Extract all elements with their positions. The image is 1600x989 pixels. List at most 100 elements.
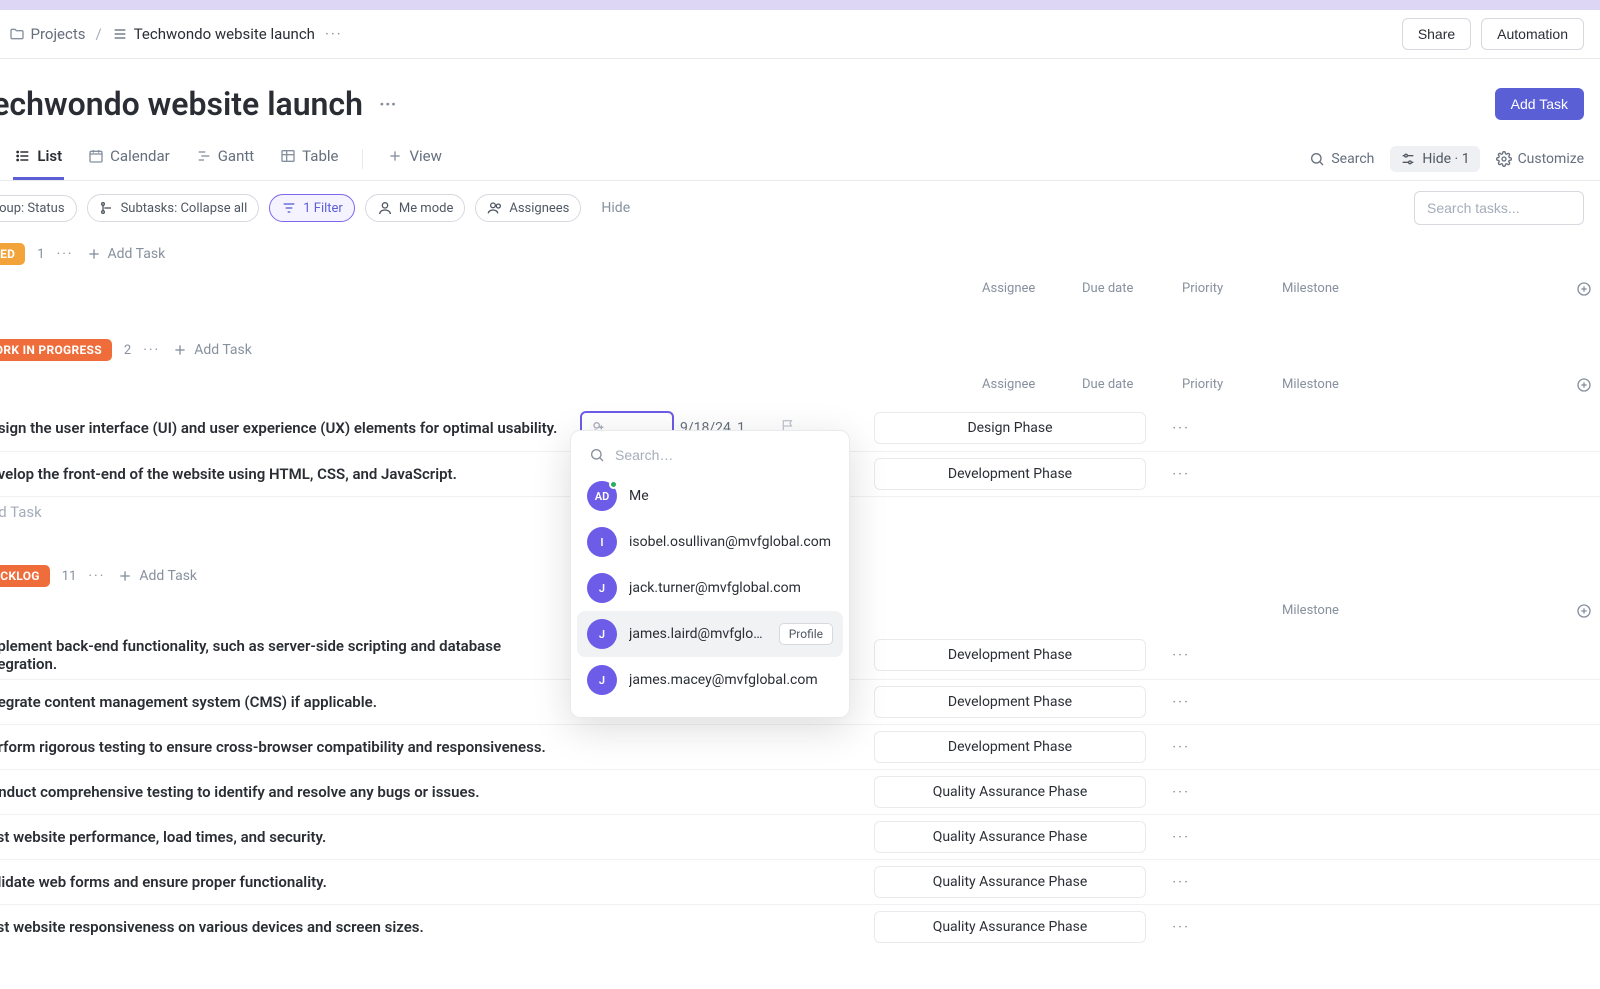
milestone-pill[interactable]: Development Phase bbox=[874, 458, 1146, 490]
status-badge[interactable]: WORK IN PROGRESS bbox=[0, 339, 112, 361]
col-due-date[interactable]: Due date bbox=[1076, 377, 1176, 397]
row-more-icon[interactable]: ··· bbox=[1158, 828, 1198, 846]
chip-group[interactable]: Group: Status bbox=[0, 195, 77, 222]
milestone-pill[interactable]: Quality Assurance Phase bbox=[874, 821, 1146, 853]
filters-hide-link[interactable]: Hide bbox=[601, 200, 630, 216]
automation-button[interactable]: Automation bbox=[1481, 18, 1584, 50]
task-title[interactable]: Test website performance, load times, an… bbox=[0, 828, 574, 846]
group-add-task[interactable]: Add Task bbox=[117, 568, 197, 584]
customize-tool[interactable]: Customize bbox=[1496, 151, 1584, 167]
task-title[interactable]: Design the user interface (UI) and user … bbox=[0, 419, 574, 437]
search-tasks-input[interactable] bbox=[1414, 191, 1584, 225]
assignee-option[interactable]: Jjack.turner@mvfglobal.com bbox=[577, 565, 843, 611]
add-task-button[interactable]: Add Task bbox=[1495, 88, 1584, 120]
row-more-icon[interactable]: ··· bbox=[1158, 465, 1198, 483]
task-row[interactable]: Test website responsiveness on various d… bbox=[0, 904, 1600, 949]
task-title[interactable]: Conduct comprehensive testing to identif… bbox=[0, 783, 574, 801]
chip-me-mode[interactable]: Me mode bbox=[365, 194, 466, 222]
breadcrumb-current[interactable]: Techwondo website launch bbox=[112, 25, 315, 43]
col-milestone[interactable]: Milestone bbox=[1276, 603, 1560, 623]
group-more-icon[interactable]: ··· bbox=[57, 246, 74, 262]
milestone-cell[interactable]: Design Phase bbox=[874, 412, 1158, 444]
milestone-pill[interactable]: Development Phase bbox=[874, 686, 1146, 718]
tab-gantt[interactable]: Gantt bbox=[194, 137, 256, 180]
col-milestone[interactable]: Milestone bbox=[1276, 377, 1560, 397]
chip-subtasks[interactable]: Subtasks: Collapse all bbox=[87, 194, 260, 222]
task-title[interactable]: Perform rigorous testing to ensure cross… bbox=[0, 738, 574, 756]
add-column-button[interactable] bbox=[1570, 603, 1600, 623]
col-assignee[interactable]: Assignee bbox=[976, 281, 1076, 301]
task-title[interactable]: Test website responsiveness on various d… bbox=[0, 918, 574, 936]
profile-button[interactable]: Profile bbox=[779, 623, 833, 645]
milestone-cell[interactable]: Development Phase bbox=[874, 458, 1158, 490]
milestone-pill[interactable]: Quality Assurance Phase bbox=[874, 866, 1146, 898]
assignee-option[interactable]: Iisobel.osullivan@mvfglobal.com bbox=[577, 519, 843, 565]
task-row[interactable]: Perform rigorous testing to ensure cross… bbox=[0, 724, 1600, 769]
task-row[interactable]: Test website performance, load times, an… bbox=[0, 814, 1600, 859]
col-priority[interactable]: Priority bbox=[1176, 281, 1276, 301]
milestone-cell[interactable]: Quality Assurance Phase bbox=[874, 866, 1158, 898]
row-more-icon[interactable]: ··· bbox=[1158, 783, 1198, 801]
breadcrumb-more-icon[interactable]: ··· bbox=[325, 25, 343, 43]
col-priority[interactable]: Priority bbox=[1176, 377, 1276, 397]
group-more-icon[interactable]: ··· bbox=[88, 568, 105, 584]
group-more-icon[interactable]: ··· bbox=[143, 342, 160, 358]
tab-calendar[interactable]: Calendar bbox=[86, 137, 172, 180]
col-due-date[interactable]: Due date bbox=[1076, 281, 1176, 301]
task-row[interactable]: Validate web forms and ensure proper fun… bbox=[0, 859, 1600, 904]
milestone-pill[interactable]: Development Phase bbox=[874, 731, 1146, 763]
tab-table[interactable]: Table bbox=[278, 137, 340, 180]
col-assignee[interactable]: Assignee bbox=[976, 377, 1076, 397]
add-column-button[interactable] bbox=[1570, 377, 1600, 397]
tab-list[interactable]: List bbox=[13, 137, 64, 180]
tab-add-view-label: View bbox=[409, 147, 441, 165]
task-title[interactable]: Validate web forms and ensure proper fun… bbox=[0, 873, 574, 891]
group-add-task[interactable]: Add Task bbox=[86, 246, 166, 262]
group-count: 1 bbox=[37, 247, 44, 262]
col-milestone[interactable]: Milestone bbox=[1276, 281, 1560, 301]
group-add-task[interactable]: Add Task bbox=[172, 342, 252, 358]
row-more-icon[interactable]: ··· bbox=[1158, 738, 1198, 756]
milestone-cell[interactable]: Development Phase bbox=[874, 731, 1158, 763]
sliders-icon bbox=[1400, 151, 1416, 167]
tab-add-view[interactable]: View bbox=[385, 137, 443, 180]
milestone-cell[interactable]: Quality Assurance Phase bbox=[874, 911, 1158, 943]
status-badge[interactable]: CKED bbox=[0, 243, 25, 265]
milestone-pill[interactable]: Quality Assurance Phase bbox=[874, 911, 1146, 943]
row-more-icon[interactable]: ··· bbox=[1158, 693, 1198, 711]
task-title[interactable]: Develop the front-end of the website usi… bbox=[0, 465, 574, 483]
assignee-option[interactable]: Jjames.macey@mvfglobal.com bbox=[577, 657, 843, 703]
chip-assignees[interactable]: Assignees bbox=[475, 194, 581, 222]
milestone-cell[interactable]: Quality Assurance Phase bbox=[874, 776, 1158, 808]
assignee-search-input[interactable] bbox=[615, 447, 831, 463]
row-more-icon[interactable]: ··· bbox=[1158, 419, 1198, 437]
chip-assignees-label: Assignees bbox=[509, 201, 569, 216]
list-view-icon bbox=[15, 148, 31, 164]
task-title[interactable]: Integrate content management system (CMS… bbox=[0, 693, 574, 711]
row-more-icon[interactable]: ··· bbox=[1158, 918, 1198, 936]
breadcrumb: n / Projects / Techwondo website launch … bbox=[0, 25, 343, 43]
gantt-icon bbox=[196, 148, 212, 164]
milestone-cell[interactable]: Quality Assurance Phase bbox=[874, 821, 1158, 853]
share-button[interactable]: Share bbox=[1402, 18, 1471, 50]
task-title[interactable]: Implement back-end functionality, such a… bbox=[0, 637, 574, 673]
breadcrumb-projects[interactable]: Projects bbox=[9, 25, 86, 43]
search-tool[interactable]: Search bbox=[1309, 151, 1374, 167]
row-more-icon[interactable]: ··· bbox=[1158, 873, 1198, 891]
milestone-cell[interactable]: Development Phase bbox=[874, 639, 1158, 671]
task-row[interactable]: Conduct comprehensive testing to identif… bbox=[0, 769, 1600, 814]
milestone-cell[interactable]: Development Phase bbox=[874, 686, 1158, 718]
milestone-pill[interactable]: Quality Assurance Phase bbox=[874, 776, 1146, 808]
hide-tool[interactable]: Hide · 1 bbox=[1390, 146, 1479, 172]
assignee-option-me[interactable]: AD Me bbox=[577, 473, 843, 519]
add-column-button[interactable] bbox=[1570, 281, 1600, 301]
page-title-more-icon[interactable]: ··· bbox=[379, 92, 397, 116]
milestone-pill[interactable]: Design Phase bbox=[874, 412, 1146, 444]
status-badge[interactable]: BACKLOG bbox=[0, 565, 50, 587]
inline-add-task[interactable]: Add Task bbox=[0, 503, 574, 521]
assignee-picker-popup[interactable]: AD Me Iisobel.osullivan@mvfglobal.comJja… bbox=[570, 430, 850, 718]
milestone-pill[interactable]: Development Phase bbox=[874, 639, 1146, 671]
row-more-icon[interactable]: ··· bbox=[1158, 646, 1198, 664]
assignee-option[interactable]: Jjames.laird@mvfgloba…Profile bbox=[577, 611, 843, 657]
chip-filter[interactable]: 1 Filter bbox=[269, 194, 355, 222]
